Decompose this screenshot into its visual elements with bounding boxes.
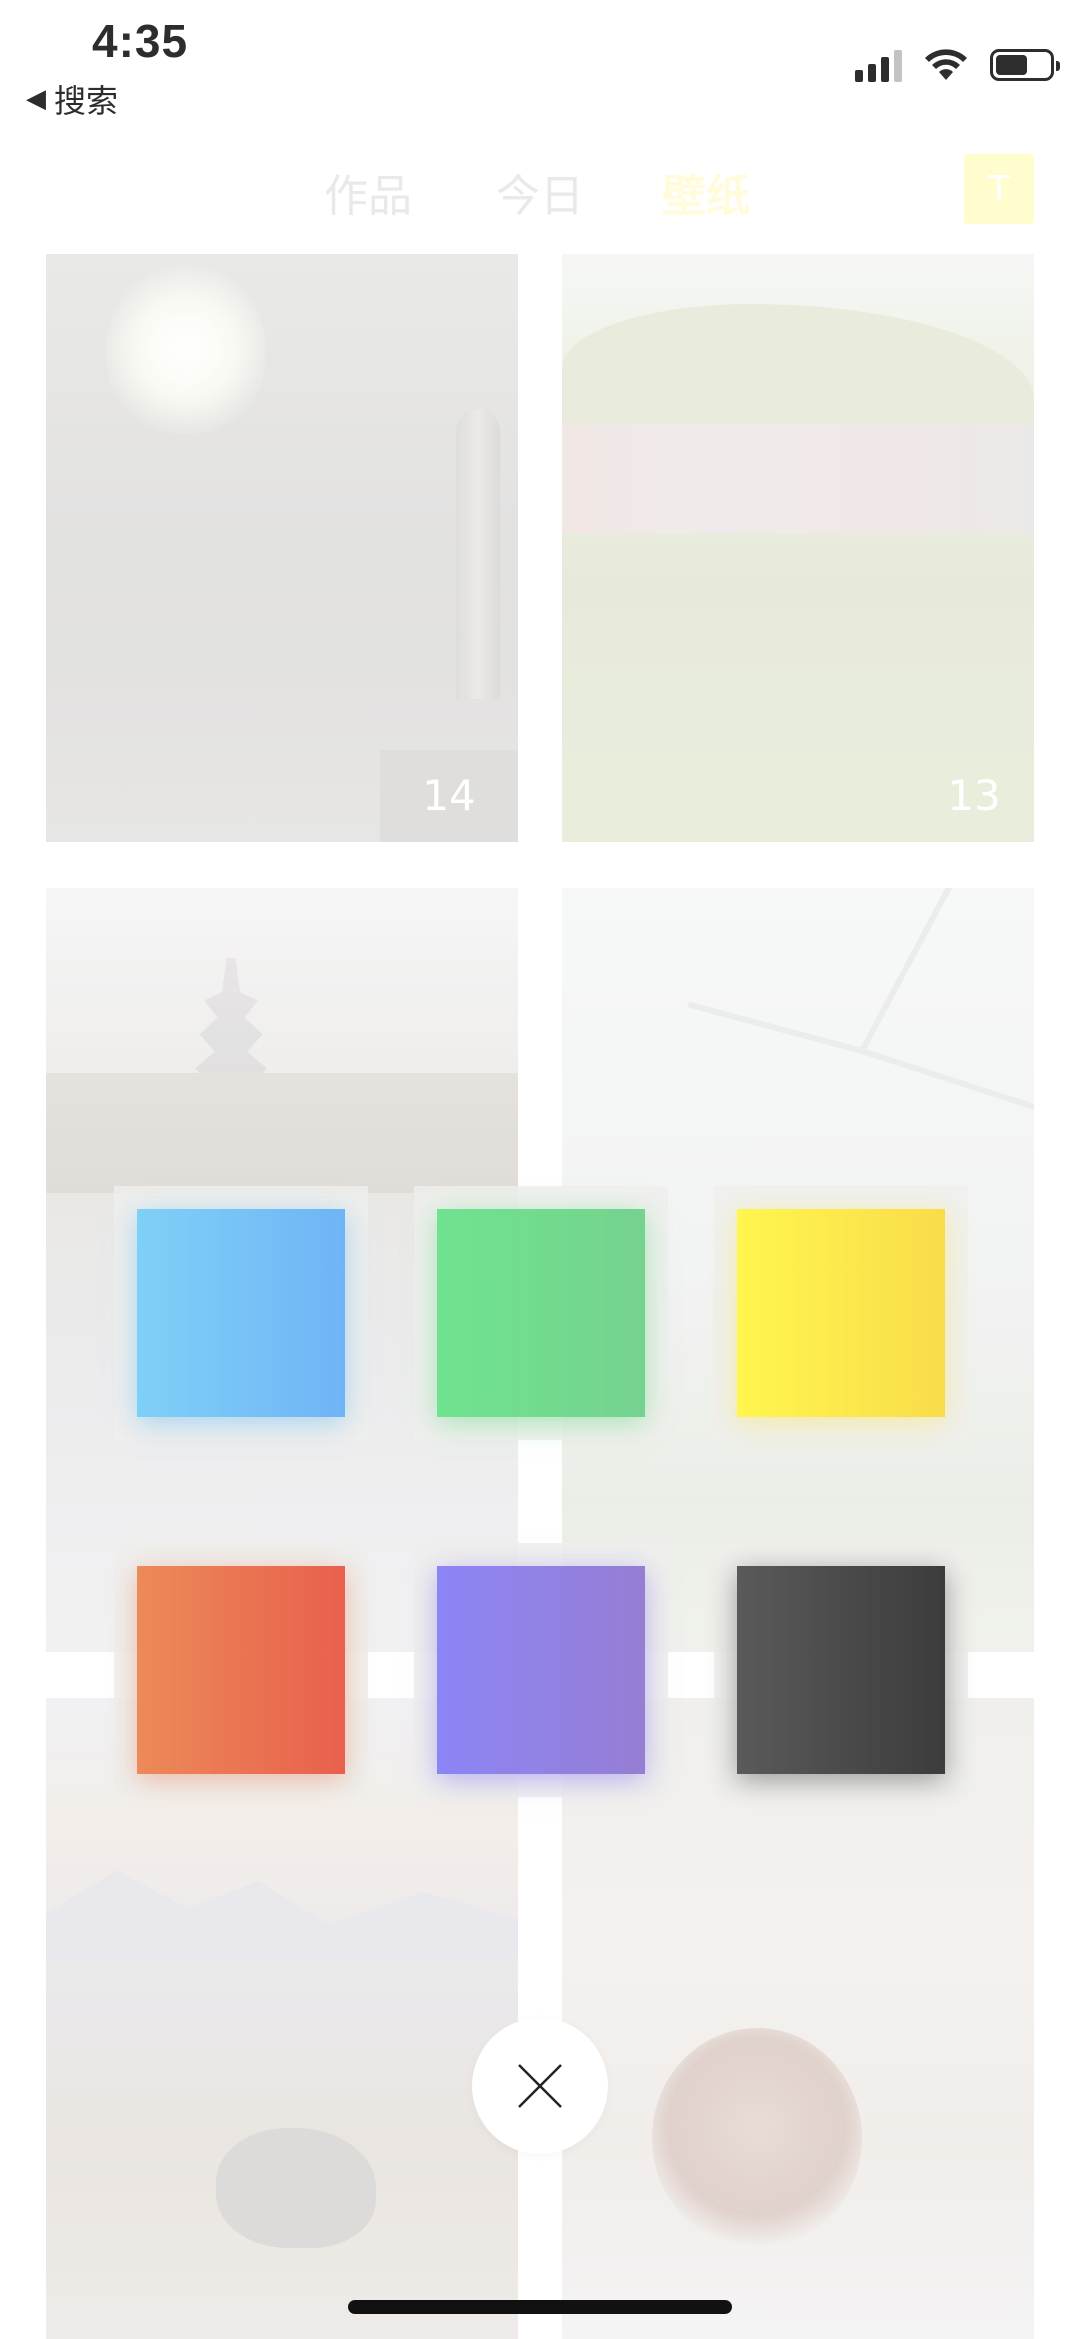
home-indicator[interactable] xyxy=(348,2300,732,2314)
color-swatch-green[interactable] xyxy=(414,1186,668,1440)
swatch-fill xyxy=(737,1209,945,1417)
color-swatch-dark-gray[interactable] xyxy=(714,1543,968,1797)
swatch-fill xyxy=(137,1209,345,1417)
color-swatch-yellow[interactable] xyxy=(714,1186,968,1440)
swatch-fill xyxy=(737,1566,945,1774)
close-icon xyxy=(518,2064,562,2108)
close-button[interactable] xyxy=(472,2018,608,2154)
swatch-fill xyxy=(437,1566,645,1774)
color-swatch-purple[interactable] xyxy=(414,1543,668,1797)
swatch-fill xyxy=(437,1209,645,1417)
swatch-fill xyxy=(137,1566,345,1774)
modal-overlay[interactable] xyxy=(0,0,1080,2339)
color-swatch-blue[interactable] xyxy=(114,1186,368,1440)
color-swatch-orange[interactable] xyxy=(114,1543,368,1797)
